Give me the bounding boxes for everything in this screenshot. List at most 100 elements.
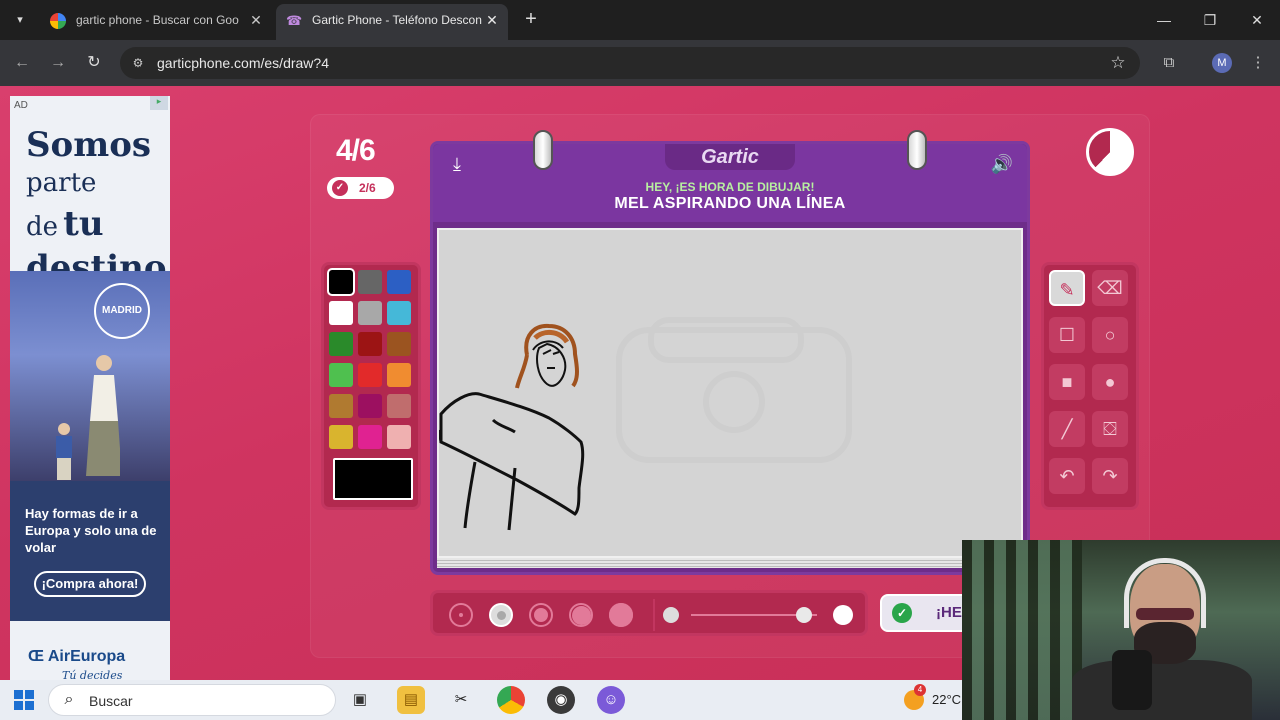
color-swatch[interactable]: [358, 332, 382, 356]
color-swatch[interactable]: [358, 363, 382, 387]
tab-search-icon[interactable]: ▾: [8, 8, 32, 32]
color-palette: [321, 262, 421, 510]
weather-widget[interactable]: 4 22°C: [902, 684, 962, 712]
close-tab-icon[interactable]: ✕: [484, 4, 500, 36]
extensions-icon[interactable]: ⧉: [1157, 51, 1181, 75]
redo-tool-icon[interactable]: ↷: [1092, 458, 1128, 494]
minimize-icon[interactable]: —: [1152, 8, 1176, 32]
color-swatch[interactable]: [358, 394, 382, 418]
tab-google-search[interactable]: gartic phone - Buscar con Goo ✕: [40, 4, 272, 40]
brush-size-option[interactable]: [449, 603, 473, 627]
notebook-header: ⤓ Gartic 🔊 HEY, ¡ES HORA DE DIBUJAR! MEL…: [433, 144, 1027, 222]
eraser-tool-icon[interactable]: ⌫: [1092, 270, 1128, 306]
forward-icon[interactable]: →: [46, 51, 70, 75]
rectangle-outline-tool-icon[interactable]: ☐: [1049, 317, 1085, 353]
tools-panel: ✎ ⌫ ☐ ○ ■ ● ╱ ⛋ ↶ ↷: [1041, 262, 1139, 510]
ad-brand-logo: Œ AirEuropa: [28, 648, 126, 665]
pencil-tool-icon[interactable]: ✎: [1049, 270, 1085, 306]
taskbar-search[interactable]: ⌕ Buscar: [48, 684, 336, 716]
check-icon: ✓: [332, 180, 348, 196]
microphone: [1112, 650, 1152, 710]
color-swatch[interactable]: [329, 394, 353, 418]
color-swatch[interactable]: [387, 363, 411, 387]
gartic-icon: ☎: [286, 13, 303, 28]
bookmark-star-icon[interactable]: ☆: [1106, 51, 1130, 75]
drawing-canvas[interactable]: [437, 228, 1023, 558]
weather-badge: 4: [914, 684, 926, 696]
notebook-ring: [533, 130, 553, 170]
color-swatch[interactable]: [358, 270, 382, 294]
chrome-icon[interactable]: [497, 686, 525, 714]
reload-icon[interactable]: ↻: [82, 51, 106, 75]
phone-watermark-icon: [616, 317, 852, 463]
windows-start-icon[interactable]: [14, 690, 34, 710]
round-counter: 4/6: [336, 134, 376, 167]
color-swatch[interactable]: [358, 301, 382, 325]
task-view-icon[interactable]: ▣: [346, 686, 374, 714]
brush-size-panel: [430, 590, 868, 636]
color-swatch[interactable]: [329, 363, 353, 387]
discord-icon[interactable]: ☺: [597, 686, 625, 714]
brush-size-option[interactable]: [489, 603, 513, 627]
notebook-ring: [907, 130, 927, 170]
color-swatch[interactable]: [387, 425, 411, 449]
browser-tab-bar: ▾ gartic phone - Buscar con Goo ✕ ☎ Gart…: [0, 0, 1280, 40]
drawing-notebook: ⤓ Gartic 🔊 HEY, ¡ES HORA DE DIBUJAR! MEL…: [430, 130, 1030, 575]
ad-body-text: Hay formas de ir a Europa y solo una de …: [25, 506, 157, 555]
download-icon[interactable]: ⤓: [445, 152, 469, 176]
color-swatch[interactable]: [329, 332, 353, 356]
canvas-drawing: [437, 317, 852, 531]
obs-icon[interactable]: ◉: [547, 686, 575, 714]
tab-gartic-phone[interactable]: ☎ Gartic Phone - Teléfono Descon ✕: [276, 4, 508, 40]
capcut-icon[interactable]: ✂: [447, 686, 475, 714]
ellipse-fill-tool-icon[interactable]: ●: [1092, 364, 1128, 400]
new-tab-icon[interactable]: +: [520, 8, 542, 30]
streamer-body: [1072, 660, 1252, 720]
tab-title: gartic phone - Buscar con Goo: [76, 13, 239, 27]
players-done-badge: ✓ 2/6: [327, 177, 394, 199]
close-tab-icon[interactable]: ✕: [248, 4, 264, 36]
ad-cta-button[interactable]: ¡Compra ahora!: [34, 571, 146, 597]
brush-size-option[interactable]: [529, 603, 553, 627]
color-swatch[interactable]: [327, 268, 355, 296]
notebook-pages-edge: [437, 558, 1023, 568]
ellipse-outline-tool-icon[interactable]: ○: [1092, 317, 1128, 353]
opacity-max-icon: [833, 605, 853, 625]
restore-icon[interactable]: ❐: [1198, 8, 1222, 32]
prompt-intro: HEY, ¡ES HORA DE DIBUJAR!: [645, 180, 815, 194]
back-icon[interactable]: ←: [10, 51, 34, 75]
close-window-icon[interactable]: ✕: [1245, 8, 1269, 32]
volume-icon[interactable]: 🔊: [989, 152, 1015, 176]
menu-dots-icon[interactable]: ⋮: [1246, 51, 1270, 75]
file-explorer-icon[interactable]: ▤: [397, 686, 425, 714]
gartic-logo: Gartic: [665, 144, 795, 170]
profile-avatar[interactable]: M: [1212, 53, 1232, 73]
color-swatch[interactable]: [387, 394, 411, 418]
site-info-icon[interactable]: ⚙: [126, 51, 150, 75]
rectangle-fill-tool-icon[interactable]: ■: [1049, 364, 1085, 400]
ad-banner[interactable]: AD ▸ Somos parte de tu destino MADRID Ha…: [10, 96, 170, 680]
webcam-background: [962, 540, 1082, 720]
ad-choices-icon[interactable]: ▸: [150, 96, 168, 110]
ad-badge: AD: [14, 100, 28, 111]
headphones: [1124, 558, 1206, 628]
color-swatch[interactable]: [387, 301, 411, 325]
brush-size-option[interactable]: [569, 603, 593, 627]
search-placeholder: Buscar: [89, 693, 133, 709]
webcam-overlay: [962, 540, 1280, 720]
color-swatch[interactable]: [387, 332, 411, 356]
color-swatch[interactable]: [329, 301, 353, 325]
color-swatch[interactable]: [387, 270, 411, 294]
opacity-slider-handle[interactable]: [796, 607, 813, 623]
opacity-min-icon: [663, 607, 679, 623]
ad-tagline: Tú decides: [62, 669, 123, 680]
ad-body-panel: Hay formas de ir a Europa y solo una de …: [10, 481, 170, 621]
color-swatch[interactable]: [358, 425, 382, 449]
current-color-preview: [333, 458, 413, 500]
brush-size-option[interactable]: [609, 603, 633, 627]
color-swatch[interactable]: [329, 425, 353, 449]
address-bar[interactable]: ⚙ garticphone.com/es/draw?4 ☆: [120, 47, 1140, 79]
line-tool-icon[interactable]: ╱: [1049, 411, 1085, 447]
fill-bucket-tool-icon[interactable]: ⛋: [1092, 411, 1128, 447]
undo-tool-icon[interactable]: ↶: [1049, 458, 1085, 494]
